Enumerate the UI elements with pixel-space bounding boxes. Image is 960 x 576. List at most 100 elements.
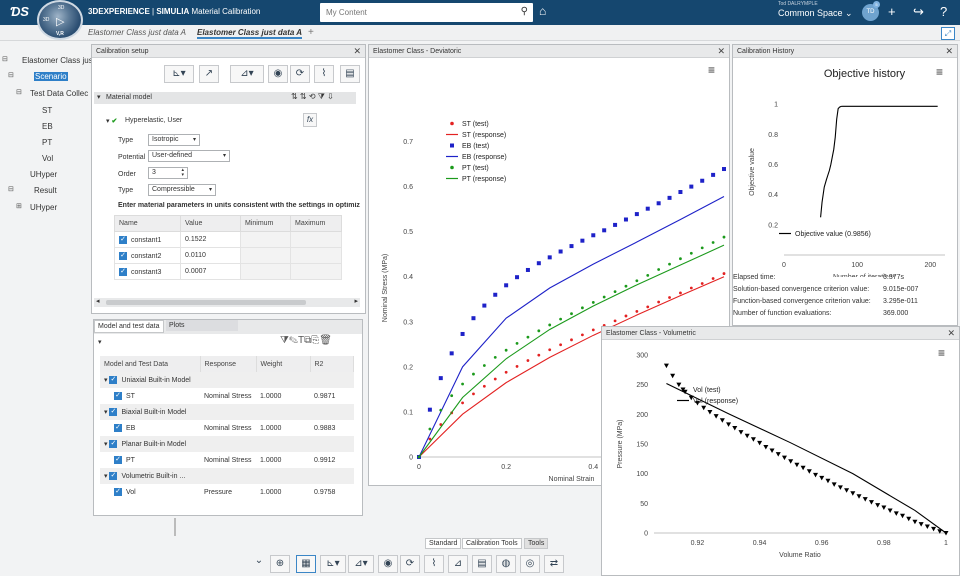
plot-icon[interactable]: ⌇	[424, 555, 444, 573]
play-icon[interactable]: ▷	[56, 15, 64, 28]
row-weight[interactable]: 1.0000	[256, 388, 310, 404]
group-row[interactable]: ▾ ✓ Uniaxial Built-in Model	[100, 372, 354, 388]
horizontal-scrollbar[interactable]: ◂ ▸	[94, 298, 360, 307]
type2-select[interactable]: Compressible ▾	[148, 184, 216, 196]
close-icon[interactable]: ✕	[353, 45, 361, 58]
sphere-icon[interactable]: ◉	[378, 555, 398, 573]
close-icon[interactable]: ✕	[947, 327, 955, 340]
expand-icon[interactable]: ⤢	[941, 27, 955, 40]
tab-calibration-tools[interactable]: Calibration Tools	[462, 538, 522, 549]
col-minimum[interactable]: Minimum	[240, 215, 291, 232]
tree-root[interactable]: Elastomer Class just	[22, 56, 95, 65]
checkbox[interactable]: ✓	[114, 456, 122, 464]
col-maximum[interactable]: Maximum	[290, 215, 342, 232]
axis-icon[interactable]: ⊿	[448, 555, 468, 573]
fit-icon[interactable]: ⊿▾	[348, 555, 374, 573]
help-icon[interactable]: ?	[940, 4, 947, 19]
param-value[interactable]: 0.0110	[180, 247, 241, 264]
share-icon[interactable]: ↪	[913, 4, 924, 20]
row-weight[interactable]: 1.0000	[256, 420, 310, 436]
user-info[interactable]: Tod DALRYMPLE Common Space ⌄	[778, 1, 853, 19]
group-row[interactable]: ▾ ✓ Planar Built-in Model	[100, 436, 354, 452]
checkbox[interactable]: ✓	[114, 392, 122, 400]
row-weight[interactable]: 1.0000	[256, 484, 310, 500]
type-select[interactable]: Isotropic ▾	[148, 134, 200, 146]
table-row[interactable]: ✓ EB Nominal Stress 1.0000 0.9883	[100, 420, 354, 436]
ds-logo-icon[interactable]: ƊS	[10, 4, 29, 19]
checkbox[interactable]: ✓	[114, 424, 122, 432]
checkbox[interactable]: ✓	[109, 472, 118, 481]
solid-icon[interactable]: ◍	[496, 555, 516, 573]
scroll-left-icon[interactable]: ◂	[96, 297, 100, 305]
tree-vol[interactable]: Vol	[42, 154, 53, 163]
compass-icon[interactable]: 3D 3D ▷ V,R	[37, 0, 83, 40]
tab-plots[interactable]: Plots	[166, 320, 238, 331]
search-box[interactable]: ⚲	[320, 3, 533, 22]
tree-test-data[interactable]: Test Data Collec	[30, 89, 88, 98]
tab-tools[interactable]: Tools	[524, 538, 549, 549]
space-selector[interactable]: Common Space ⌄	[778, 8, 853, 19]
tree-scenario[interactable]: Scenario	[34, 72, 68, 81]
plot-icon[interactable]: ⌇	[314, 65, 334, 83]
close-icon[interactable]: ✕	[717, 45, 725, 58]
tab-1[interactable]: Elastomer Class just data A	[88, 28, 186, 37]
param-value[interactable]: 0.1522	[180, 231, 241, 248]
col-weight[interactable]: Weight	[256, 356, 311, 372]
potential-select[interactable]: User-defined ▾	[148, 150, 230, 162]
group-row[interactable]: ▾ ✓ Volumetric Built-in ...	[100, 468, 354, 484]
toolbar-expand-icon[interactable]: ⌄	[254, 553, 264, 571]
row-weight[interactable]: 1.0000	[256, 452, 310, 468]
report-icon[interactable]: ▤	[472, 555, 492, 573]
group-row[interactable]: ▾ ✓ Biaxial Built-in Model	[100, 404, 354, 420]
chart-settings-icon[interactable]: ⊾▾	[320, 555, 346, 573]
table-row[interactable]: ✓ constant3 0.0007	[114, 263, 342, 280]
refresh-icon[interactable]: ⟳	[290, 65, 310, 83]
checkbox[interactable]: ✓	[119, 235, 127, 244]
param-max[interactable]	[290, 263, 342, 280]
param-max[interactable]	[290, 231, 342, 248]
tree-st[interactable]: ST	[42, 106, 52, 115]
checkbox[interactable]: ✓	[109, 376, 118, 385]
table-icon[interactable]: ▦	[296, 555, 316, 573]
order-stepper[interactable]: 3 ▴ ▾	[148, 167, 188, 179]
collapse-icon[interactable]: ⊟	[16, 88, 22, 96]
param-min[interactable]	[240, 247, 291, 264]
close-icon[interactable]: ✕	[945, 45, 953, 58]
tab-model-test-data[interactable]: Model and test data	[94, 320, 164, 333]
table-row[interactable]: ✓ Vol Pressure 1.0000 0.9758	[100, 484, 354, 500]
table-row[interactable]: ✓ ST Nominal Stress 1.0000 0.9871	[100, 388, 354, 404]
transform-icon[interactable]: ⇄	[544, 555, 564, 573]
col-response[interactable]: Response	[200, 356, 257, 372]
scroll-right-icon[interactable]: ▸	[354, 297, 358, 305]
tag-icon[interactable]: ⌂	[539, 4, 546, 18]
table-row[interactable]: ✓ PT Nominal Stress 1.0000 0.9912	[100, 452, 354, 468]
splitter[interactable]	[174, 518, 176, 536]
fit-button[interactable]: ⊿▾	[230, 65, 264, 83]
col-model[interactable]: Model and Test Data	[100, 356, 201, 372]
table-row[interactable]: ✓ constant1 0.1522	[114, 231, 342, 248]
checkbox[interactable]: ✓	[114, 488, 122, 496]
search-icon[interactable]: ⚲	[521, 6, 528, 17]
chart-settings-button[interactable]: ⊾▾	[164, 65, 194, 83]
param-value[interactable]: 0.0007	[180, 263, 241, 280]
zoom-icon[interactable]: ⊕	[270, 555, 290, 573]
sphere-icon[interactable]: ◉	[268, 65, 288, 83]
section-tools-icons[interactable]: ⇅ ⇅ ⟲ ⧩ ⇩	[291, 92, 334, 102]
checkbox[interactable]: ✓	[109, 440, 118, 449]
col-value[interactable]: Value	[180, 215, 241, 232]
tab-standard[interactable]: Standard	[425, 538, 462, 549]
panel-toolbar-icons[interactable]: ⧩✎T⧉⎘🗑	[280, 335, 332, 346]
tree-pt[interactable]: PT	[42, 138, 52, 147]
report-icon[interactable]: ▤	[340, 65, 360, 83]
table-row[interactable]: ✓ constant2 0.0110	[114, 247, 342, 264]
stepper-icon[interactable]: ▴ ▾	[181, 168, 184, 178]
param-min[interactable]	[240, 263, 291, 280]
tree-result[interactable]: Result	[34, 186, 57, 195]
add-tab-icon[interactable]: +	[308, 27, 314, 38]
checkbox[interactable]: ✓	[119, 251, 127, 260]
col-name[interactable]: Name	[114, 215, 181, 232]
tab-2-active[interactable]: Elastomer Class just data A	[197, 28, 303, 39]
tree-eb[interactable]: EB	[42, 122, 53, 131]
param-min[interactable]	[240, 231, 291, 248]
tree-uhyper-2[interactable]: UHyper	[30, 203, 57, 212]
